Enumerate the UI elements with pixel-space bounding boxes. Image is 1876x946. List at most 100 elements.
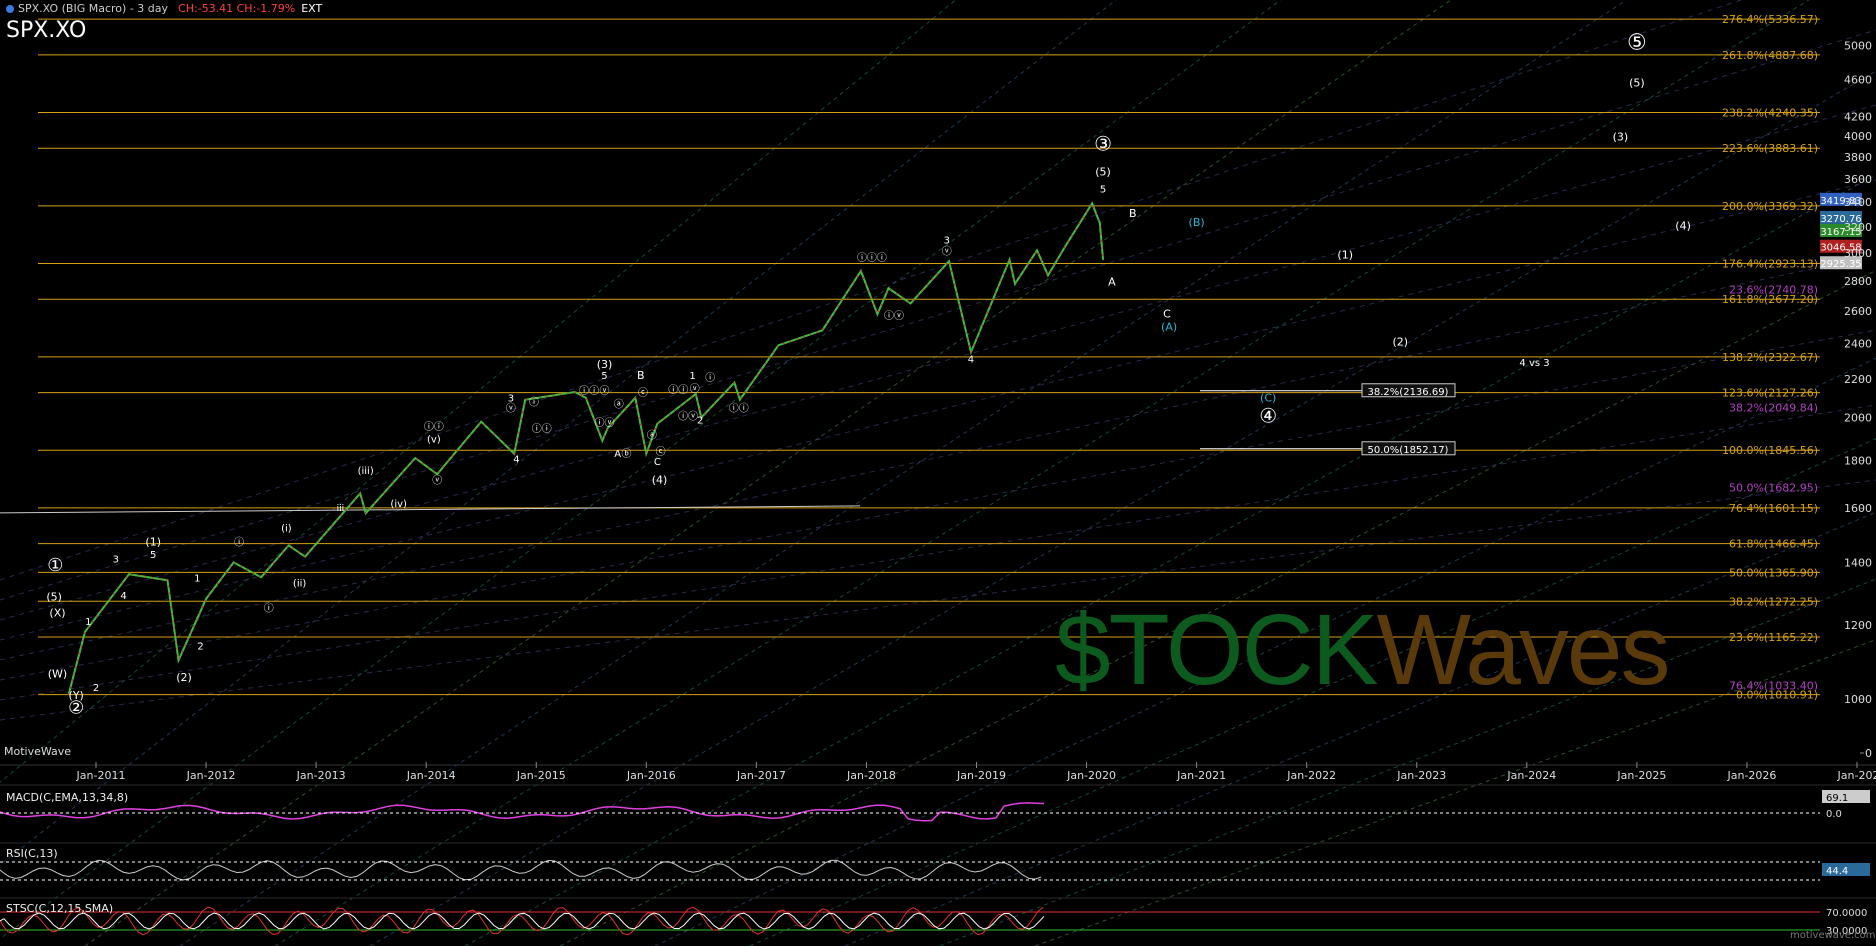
motivewave-label: MotiveWave <box>4 745 72 758</box>
wave-label: (v) <box>427 435 441 446</box>
x-tick-label: Jan-2018 <box>846 769 896 782</box>
fib-level-label: 161.8%(2677.20) <box>1722 293 1818 306</box>
wave-label: (X) <box>49 607 65 620</box>
logo-part-2: Waves <box>1376 594 1671 706</box>
ext-label: EXT <box>301 2 323 15</box>
fib-level-label: 123.6%(2127.26) <box>1722 387 1818 400</box>
indicator-tag-label: 0.0 <box>1826 809 1842 820</box>
wave-label: 3 <box>944 236 950 247</box>
wave-label: ⓘⓘ <box>532 423 552 435</box>
symbol-line: SPX.XO (BIG Macro) - 3 day <box>18 2 169 15</box>
watermark: motivewave.com <box>1790 930 1876 941</box>
price-chart[interactable]: 276.4%(5336.57) 261.8%(4887.68) 238.2%(424… <box>0 0 1876 946</box>
x-tick-label: Jan-2017 <box>736 769 786 782</box>
x-tick-label: Jan-2027 <box>1837 769 1876 782</box>
wave-label: 2 <box>197 641 203 652</box>
wave-label: 4 <box>513 455 519 466</box>
wave-label: (5) <box>46 590 62 603</box>
y-tick-label: 2600 <box>1844 305 1872 318</box>
wave-label: ⓐ <box>647 429 657 441</box>
y-tick-label: 2000 <box>1844 412 1872 425</box>
x-tick-label: Jan-2013 <box>296 769 346 782</box>
wave-label: 1 <box>689 371 695 382</box>
fib-level-label: 0.0%(1010.91) <box>1736 689 1818 702</box>
y-tick-label: 2200 <box>1844 373 1872 386</box>
logo-part-1: $TOCK <box>1055 594 1379 706</box>
wave-label: ⓒ <box>656 446 666 458</box>
wave-label: ⓐ <box>614 399 624 411</box>
fib-level-label: 50.0%(1682.95) <box>1729 482 1818 495</box>
fib-level-label: 76.4%(1601.15) <box>1729 502 1818 515</box>
wave-label: 1 <box>194 574 200 585</box>
wave-label: (i) <box>281 524 292 535</box>
x-tick-label: Jan-2021 <box>1176 769 1226 782</box>
x-tick-label: Jan-2019 <box>956 769 1006 782</box>
fib-level-label: 61.8%(1466.45) <box>1729 538 1818 551</box>
projection-label: (5) <box>1629 77 1645 90</box>
wave-label: (5) <box>1095 166 1111 179</box>
chart-header: SPX.XO (BIG Macro) - 3 day CH:-53.41 CH:-… <box>6 2 322 15</box>
wave-label: ⓘ <box>529 397 539 409</box>
wave-label: ⓘⓘ <box>729 403 749 415</box>
y-tick-label: 0 <box>1865 747 1872 760</box>
wave-label: 2 <box>93 683 99 694</box>
wave-label: ⓥ <box>942 245 952 257</box>
y-tick-label: 1800 <box>1844 454 1872 467</box>
macd-label: MACD(C,EMA,13,34,8) <box>6 791 129 804</box>
price-tag-label: 2925.35 <box>1820 259 1861 270</box>
x-tick-label: Jan-2026 <box>1726 769 1776 782</box>
y-tick-label: 1000 <box>1844 693 1872 706</box>
wave-label: iii <box>337 504 345 514</box>
fib-level-label: 261.8%(4887.68) <box>1722 49 1818 62</box>
y-tick-label: 1200 <box>1844 619 1872 632</box>
fib-level-label: 176.4%(2923.13) <box>1722 258 1818 271</box>
retrace-label: 50.0%(1852.17) <box>1368 445 1449 456</box>
wave-label: 2 <box>697 416 703 427</box>
wave-label: ⓥ <box>599 385 609 397</box>
stoch-label: STSC(C,12,15,SMA) <box>6 902 114 915</box>
wave-label: ⓘ <box>234 536 244 548</box>
wave-label: ⓘⓥ <box>884 310 904 322</box>
wave-label: ③ <box>1094 132 1112 156</box>
wave-label: 5 <box>150 550 156 561</box>
x-tick-label: Jan-2025 <box>1616 769 1666 782</box>
wave-label: (3) <box>1613 130 1629 143</box>
x-tick-label: Jan-2016 <box>626 769 676 782</box>
wave-label: ⓥ <box>506 403 516 415</box>
wave-label: A <box>614 449 621 460</box>
stockwaves-logo: $TOCKWaves <box>1055 600 1670 700</box>
y-tick-label: 2800 <box>1844 275 1872 288</box>
x-tick-label: Jan-2023 <box>1396 769 1446 782</box>
wave-label: (B) <box>1189 216 1205 229</box>
wave-label: ⓥ <box>690 383 700 395</box>
change-text: CH:-53.41 CH:-1.79% <box>178 2 296 15</box>
fib-level-label: 50.0%(1365.90) <box>1729 566 1818 579</box>
wave-label: 1 <box>85 617 91 628</box>
fib-level-label: 138.2%(2322.67) <box>1722 351 1818 364</box>
wave-label: C <box>654 457 661 468</box>
y-tick-label: 3400 <box>1844 196 1872 209</box>
x-tick-label: Jan-2022 <box>1286 769 1336 782</box>
wave-label: ⓘⓘ <box>668 384 688 396</box>
wave-label: A <box>1108 275 1116 288</box>
fib-level-label: 200.0%(3369.32) <box>1722 200 1818 213</box>
wave-label: ⓘ <box>705 372 715 384</box>
y-tick-label: 3600 <box>1844 173 1872 186</box>
y-tick-label: 2400 <box>1844 338 1872 351</box>
y-tick-label: 4200 <box>1844 110 1872 123</box>
wave-label: (1) <box>1337 248 1353 261</box>
wave-label: C <box>1163 307 1171 320</box>
wave-label: (A) <box>1161 320 1177 333</box>
wave-label: (2) <box>176 671 192 684</box>
wave-label: ⓘⓘⓘ <box>857 252 887 264</box>
y-tick-label: 3000 <box>1844 247 1872 260</box>
fib-level-label: 23.6%(1165.22) <box>1729 631 1818 644</box>
wave-label: ⓑ <box>622 448 632 460</box>
fib-level-label: 276.4%(5336.57) <box>1722 13 1818 26</box>
x-tick-label: Jan-2011 <box>76 769 126 782</box>
wave-label: 5 <box>1100 185 1106 196</box>
wave-label: 4 <box>120 591 126 602</box>
indicator-tag-label: 69.1 <box>1826 793 1848 804</box>
fib-level-label: 100.0%(1845.56) <box>1722 444 1818 457</box>
y-tick-label: 4000 <box>1844 130 1872 143</box>
